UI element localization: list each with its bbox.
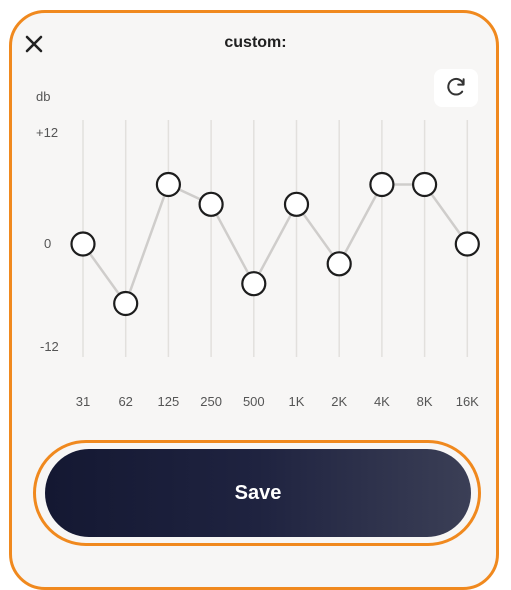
band-handle-8K[interactable] — [412, 171, 438, 198]
band-handle-2K[interactable] — [326, 251, 352, 277]
freq-label-16K: 16K — [455, 394, 479, 409]
band-handle-31[interactable] — [70, 231, 96, 257]
band-handle-500[interactable] — [241, 271, 267, 297]
band-handle-1K[interactable] — [283, 191, 310, 217]
band-handle-62[interactable] — [113, 290, 139, 317]
band-handle-250[interactable] — [198, 191, 224, 217]
eq-curve — [81, 182, 469, 307]
save-button[interactable]: Save — [45, 449, 471, 537]
band-handle-16K[interactable] — [454, 231, 480, 257]
band-handle-125[interactable] — [155, 171, 181, 198]
band-handle-4K[interactable] — [369, 171, 395, 198]
